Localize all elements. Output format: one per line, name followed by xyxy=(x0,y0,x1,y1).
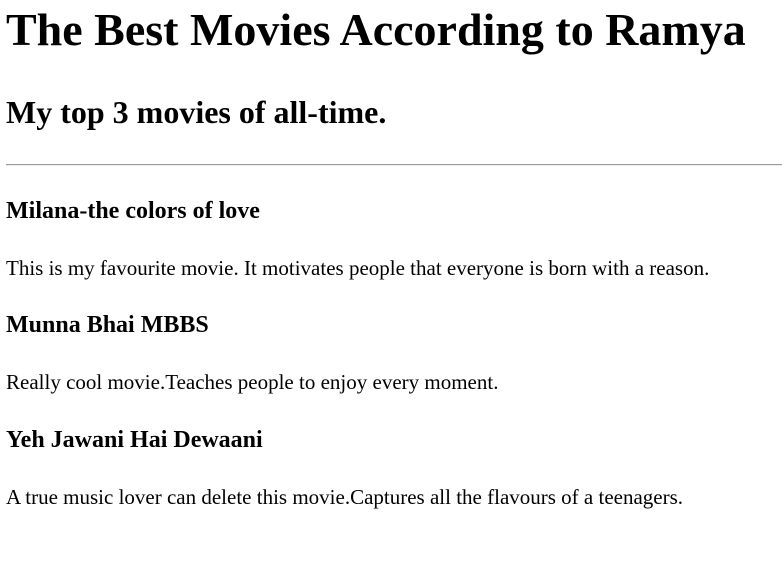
movie-title: Munna Bhai MBBS xyxy=(6,312,209,338)
movie-title: Yeh Jawani Hai Dewaani xyxy=(6,427,263,453)
movie-title: Milana-the colors of love xyxy=(6,198,260,224)
movie-description: Really cool movie.Teaches people to enjo… xyxy=(6,370,499,394)
page-subtitle: My top 3 movies of all-time. xyxy=(6,94,387,130)
movie-list: Milana-the colors of love This is my fav… xyxy=(6,197,776,510)
page-title: The Best Movies According to Ramya xyxy=(6,4,746,55)
movie-description: A true music lover can delete this movie… xyxy=(6,485,684,509)
movie-description: This is my favourite movie. It motivates… xyxy=(6,256,710,280)
divider xyxy=(6,164,782,166)
